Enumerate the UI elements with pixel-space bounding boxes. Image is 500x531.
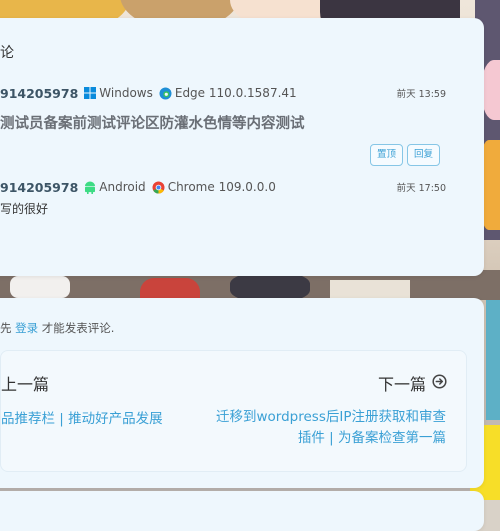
prev-post-label: 上一篇 [1,375,50,394]
reply-button[interactable]: 回复 [406,144,440,166]
comment-time: 前天 17:50 [396,183,446,194]
comment-author[interactable]: 914205978 [0,180,78,195]
next-post-link[interactable]: 迁移到wordpress后IP注册获取和审查插件 | 为备案检查第一篇 [216,407,446,449]
comment-text: 写的很好 [0,202,49,216]
comment-browser-label: Chrome 109.0.0.0 [167,180,276,194]
login-link[interactable]: 登录 [15,321,38,335]
comment-item: 914205978 Windows Edge 110.0.1587.41 前天 … [0,84,464,166]
comment-author[interactable]: 914205978 [0,86,78,101]
comment-item: 914205978 Android Chrome 109.0.0.0 前天 17… [0,178,464,217]
windows-icon [84,87,97,99]
comment-form-section: 先 登录 才能发表评论. 上一篇 下一篇 品推荐栏 | 推动好产品发展 迁移到w… [0,298,484,488]
comments-title: 论 [0,45,14,61]
comment-browser: Edge 110.0.1587.41 [159,86,297,100]
prev-post-link[interactable]: 品推荐栏 | 推动好产品发展 [1,407,163,427]
post-navigation: 上一篇 下一篇 品推荐栏 | 推动好产品发展 迁移到wordpress后IP注册… [0,350,467,472]
login-tip-suffix: 才能发表评论. [38,321,115,335]
comments-section: 论 914205978 Windows Edge 110.0.1587.41 前… [0,18,484,276]
next-section-card [0,491,484,531]
comment-os: Android [84,180,146,194]
comment-time: 前天 13:59 [396,89,446,100]
comment-os-label: Android [99,180,146,194]
login-tip-prefix: 先 [0,321,16,335]
login-tip: 先 登录 才能发表评论. [0,320,114,336]
android-icon [85,181,96,194]
comment-text: 测试员备案前测试评论区防灌水色情等内容测试 [0,116,305,132]
next-post-label: 下一篇 [377,375,426,394]
comment-browser-label: Edge 110.0.1587.41 [174,86,297,100]
comment-os: Windows [84,86,153,100]
chrome-icon [152,181,165,193]
comment-os-label: Windows [99,86,153,100]
edge-icon [159,87,172,99]
arrow-right-circle-icon[interactable] [432,374,447,389]
pin-button[interactable]: 置顶 [369,144,403,166]
comment-browser: Chrome 109.0.0.0 [152,180,276,194]
